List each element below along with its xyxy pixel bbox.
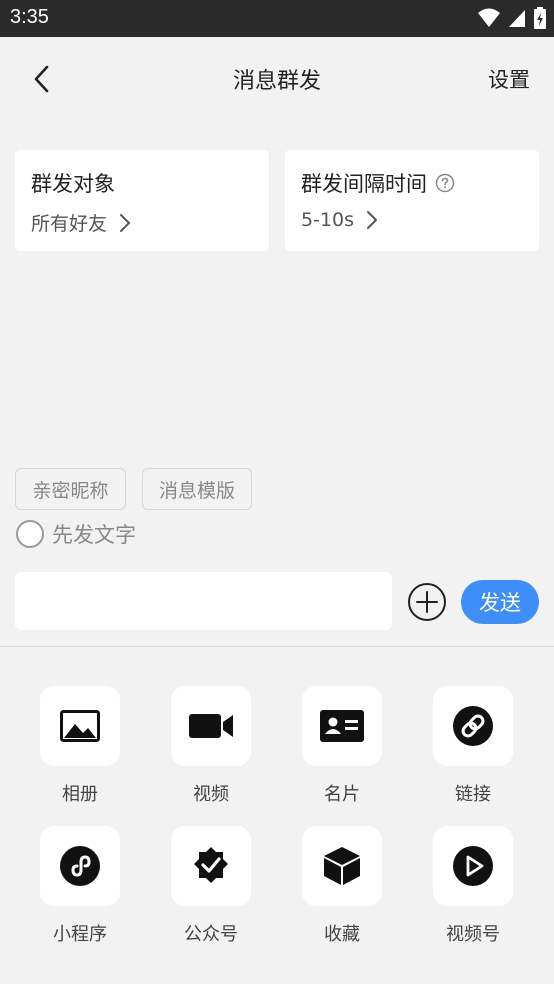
tool-tile [40,826,120,906]
link-icon [453,706,493,746]
signal-icon [509,10,525,27]
official-account-icon [194,847,228,883]
mini-program-icon [60,846,100,886]
tool-mini-program[interactable]: 小程序 [25,826,135,946]
card-title: 群发间隔时间 [301,172,427,196]
help-icon[interactable] [435,173,455,193]
contact-card-icon [320,710,364,742]
broadcast-interval-card[interactable]: 群发间隔时间 5-10s [285,150,539,251]
tool-tile [302,686,382,766]
navigation-bar: 消息群发 设置 [0,37,554,119]
tool-tile [40,686,120,766]
tool-link[interactable]: 链接 [418,686,528,806]
tool-label: 公众号 [184,924,238,945]
card-title: 群发对象 [31,172,115,196]
battery-icon [534,7,546,29]
tool-label: 链接 [455,784,491,805]
tool-label: 相册 [62,784,98,805]
broadcast-target-card[interactable]: 群发对象 所有好友 [15,150,269,251]
album-icon [60,710,100,742]
tool-tile [433,826,513,906]
tool-label: 视频号 [446,924,500,945]
tool-tile [433,686,513,766]
message-template-chip[interactable]: 消息模版 [142,468,252,510]
favorites-icon [324,847,360,885]
wifi-icon [478,8,500,27]
card-value: 5-10s [301,209,355,231]
card-value: 所有好友 [31,213,108,235]
status-bar: 3:35 [0,0,554,37]
send-button[interactable]: 发送 [461,580,539,624]
tool-label: 小程序 [53,924,107,945]
settings-button[interactable]: 设置 [488,64,530,94]
tool-label: 名片 [324,784,360,805]
status-icons [478,7,546,29]
add-attachment-button[interactable] [407,582,447,622]
channels-icon [453,846,493,886]
radio-button[interactable] [16,520,44,548]
radio-label: 先发文字 [52,523,136,547]
tool-tile [171,686,251,766]
tool-channels[interactable]: 视频号 [418,826,528,946]
tool-album[interactable]: 相册 [25,686,135,806]
tool-label: 收藏 [324,924,360,945]
page-title: 消息群发 [232,69,321,94]
tool-official-account[interactable]: 公众号 [156,826,266,946]
chevron-right-icon [367,211,378,229]
tool-label: 视频 [193,784,229,805]
status-time: 3:35 [10,6,49,28]
tool-favorites[interactable]: 收藏 [287,826,397,946]
intimate-nickname-chip[interactable]: 亲密昵称 [15,468,126,510]
tool-tile [302,826,382,906]
tool-video[interactable]: 视频 [156,686,266,806]
tool-contact-card[interactable]: 名片 [287,686,397,806]
divider [0,646,554,647]
send-text-first-option[interactable]: 先发文字 [16,518,136,550]
message-input[interactable] [15,572,392,630]
chevron-right-icon [120,213,131,232]
tool-tile [171,826,251,906]
video-icon [189,714,233,738]
